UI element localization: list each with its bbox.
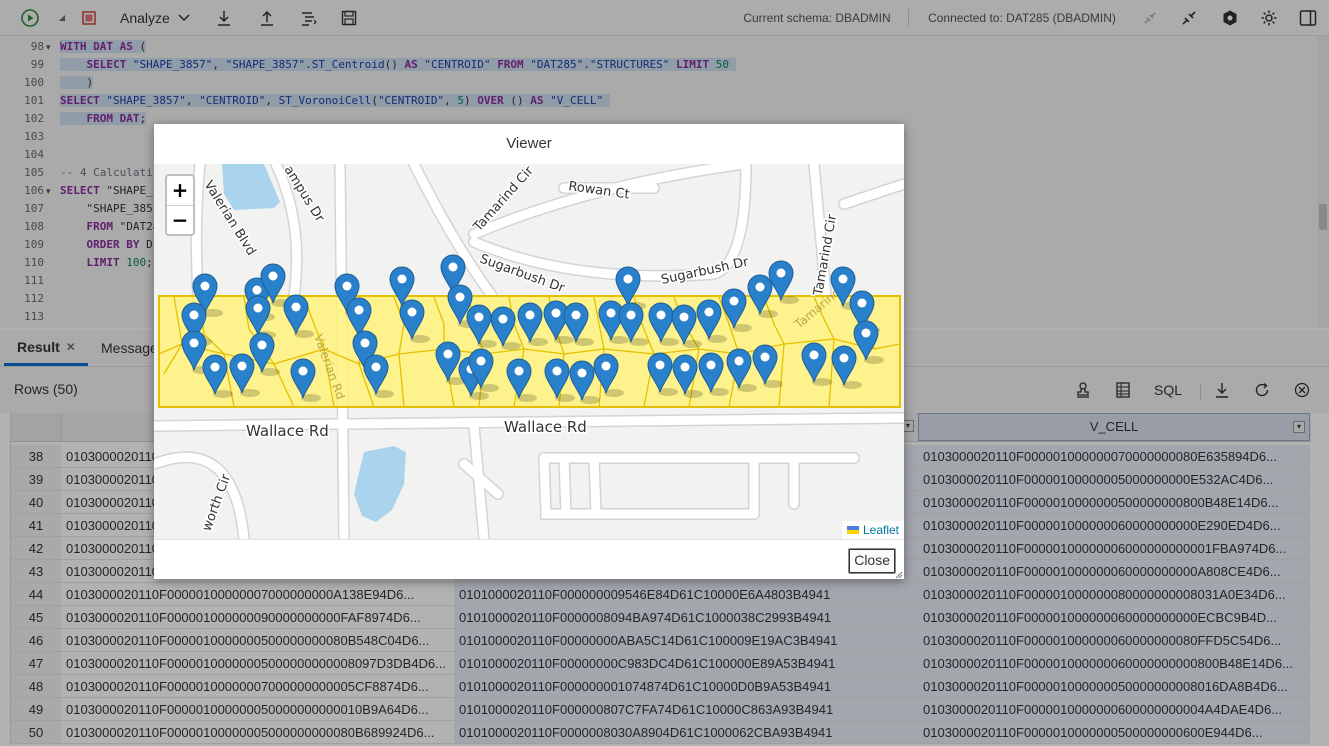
street-label: Wallace Rd xyxy=(246,422,329,440)
zoom-in-button[interactable]: + xyxy=(167,176,193,206)
viewer-dialog: Viewer Valerian Blvd ampus Dr Tamarind C… xyxy=(154,124,904,579)
map-view[interactable]: Valerian Blvd ampus Dr Tamarind Cir Rowa… xyxy=(154,164,904,539)
ukraine-flag-icon xyxy=(846,526,859,534)
dialog-title: Viewer xyxy=(154,124,904,165)
street-label: Wallace Rd xyxy=(504,418,587,436)
zoom-control: + − xyxy=(165,174,195,236)
leaflet-link[interactable]: Leaflet xyxy=(863,521,899,539)
zoom-out-button[interactable]: − xyxy=(167,206,193,235)
close-button[interactable]: Close xyxy=(848,548,896,574)
map-attribution[interactable]: Leaflet xyxy=(841,521,904,539)
dialog-footer: Close xyxy=(154,539,904,580)
resize-handle-icon[interactable] xyxy=(895,571,903,579)
map-canvas[interactable]: Valerian Blvd ampus Dr Tamarind Cir Rowa… xyxy=(154,164,904,539)
